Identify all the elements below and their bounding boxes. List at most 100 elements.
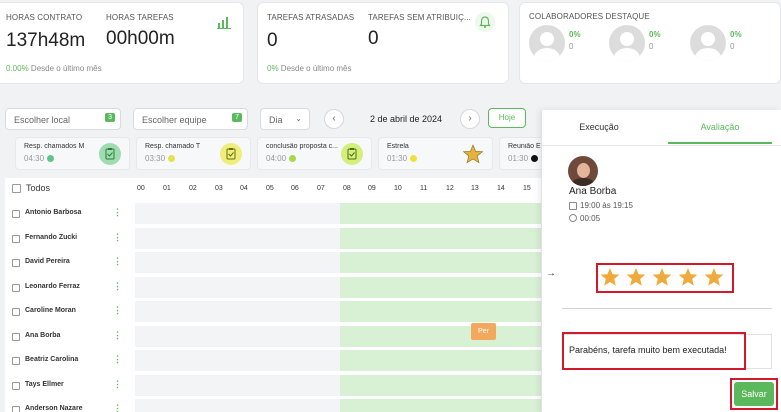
working-hours-band[interactable]: [340, 325, 545, 347]
table-row: Ana Borba ⋮: [5, 325, 545, 349]
schedule-text: 19:00 às 19:15: [580, 201, 633, 210]
hour-label: 09: [368, 185, 376, 192]
kpi-foot-2-text: Desde o último mês: [280, 64, 352, 73]
tarefas-atrasadas-value: 0: [267, 30, 278, 51]
task-color-dot: [47, 155, 54, 162]
empty-slots[interactable]: [135, 350, 340, 371]
working-hours-band[interactable]: [340, 301, 545, 322]
row-checkbox[interactable]: [12, 283, 20, 292]
kpi-foot-2-pct: 0%: [267, 64, 279, 73]
rating-highlight: [596, 263, 734, 293]
task-time: 04:00: [266, 154, 287, 163]
empty-slots[interactable]: [135, 399, 340, 412]
collaborator-pct: 0%: [569, 30, 581, 39]
empty-slots[interactable]: [135, 374, 340, 396]
row-checkbox[interactable]: [12, 210, 20, 218]
collaborator-num: 0: [569, 42, 574, 51]
empty-slots[interactable]: [135, 325, 340, 347]
equipe-select[interactable]: Escolher equipe 7: [133, 108, 248, 130]
more-options-icon[interactable]: ⋮: [113, 379, 122, 390]
save-highlight: [730, 378, 778, 410]
hour-label: 12: [446, 185, 454, 192]
collaborator-avatar: [609, 25, 645, 61]
tab-avaliacao[interactable]: Avaliação: [668, 110, 772, 144]
more-options-icon[interactable]: ⋮: [113, 354, 122, 365]
table-row: Antonio Barbosa ⋮: [5, 202, 545, 226]
empty-slots[interactable]: [135, 276, 340, 298]
more-options-icon[interactable]: ⋮: [113, 207, 122, 218]
collaborator-pct: 0%: [649, 30, 661, 39]
person-name: Anderson Nazare: [25, 405, 83, 412]
table-row: Leonardo Ferraz ⋮: [5, 276, 545, 300]
more-options-icon[interactable]: ⋮: [113, 281, 122, 292]
grid-header-row: Todos 00 01 02 03 04 05 06 07 08 09 10 11 12 13 14 15: [5, 178, 545, 202]
empty-slots[interactable]: [135, 203, 340, 224]
row-checkbox[interactable]: [12, 259, 20, 267]
comment-highlight: [562, 332, 746, 370]
task-name: Resp. chamados M: [24, 143, 85, 150]
task-color-dot: [531, 155, 538, 162]
next-day-button[interactable]: ›: [460, 109, 480, 129]
more-options-icon[interactable]: ⋮: [113, 256, 122, 267]
tabs-divider: [542, 145, 781, 146]
select-all-checkbox[interactable]: [12, 184, 21, 193]
table-row: Beatriz Carolina ⋮: [5, 349, 545, 373]
local-select[interactable]: Escolher local 3: [5, 108, 121, 130]
kpi-card-hours: HORAS CONTRATO 137h48m HORAS TAREFAS 00h…: [0, 2, 244, 84]
equipe-select-label: Escolher equipe: [142, 115, 207, 125]
kpi-card-collaborators: COLABORADORES DESTAQUE 0% 0 0% 0 0% 0: [519, 2, 781, 84]
task-card[interactable]: Resp. chamado T 03:30: [136, 137, 251, 170]
working-hours-band[interactable]: [340, 276, 545, 298]
collaborator-avatar: [690, 25, 726, 61]
working-hours-band[interactable]: [340, 203, 545, 224]
task-card[interactable]: conclusão proposta c... 04:00: [257, 137, 372, 170]
person-name: Beatriz Carolina: [25, 356, 79, 363]
row-checkbox[interactable]: [12, 234, 20, 243]
more-options-icon[interactable]: ⋮: [113, 330, 122, 341]
person-name: Leonardo Ferraz: [25, 282, 80, 290]
hour-label: 11: [420, 185, 428, 192]
person-name: David Pereira: [25, 258, 70, 265]
row-checkbox[interactable]: [12, 332, 20, 341]
horas-contrato-value: 137h48m: [6, 30, 86, 51]
working-hours-band[interactable]: [340, 374, 545, 396]
collapse-panel-icon[interactable]: →: [546, 268, 556, 279]
prev-day-button[interactable]: ‹: [324, 109, 344, 129]
period-select[interactable]: Dia ⌄: [260, 108, 310, 130]
user-name: Ana Borba: [569, 186, 617, 197]
row-checkbox[interactable]: [12, 357, 20, 365]
calendar-event[interactable]: Per: [471, 323, 496, 340]
task-time: 03:30: [145, 154, 166, 163]
collaborator-avatar: [529, 25, 565, 61]
kpi-foot-1-pct: 0.00%: [6, 64, 29, 73]
select-all-label: Todos: [26, 183, 51, 193]
tab-execucao[interactable]: Execução: [542, 110, 656, 144]
hour-label: 00: [137, 185, 145, 192]
row-checkbox[interactable]: [12, 381, 20, 390]
working-hours-band[interactable]: [340, 399, 545, 412]
empty-slots[interactable]: [135, 227, 340, 249]
task-card[interactable]: Resp. chamados M 04:30: [15, 137, 130, 170]
hour-label: 14: [497, 185, 505, 192]
task-time: 01:30: [508, 154, 529, 163]
kpi-foot-1: 0.00% Desde o último mês: [6, 64, 102, 73]
chevron-down-icon: ⌄: [295, 114, 302, 123]
more-options-icon[interactable]: ⋮: [113, 305, 122, 316]
table-row: Anderson Nazare ⋮: [5, 398, 545, 412]
schedule-grid: Todos 00 01 02 03 04 05 06 07 08 09 10 11 12 13 14 15 A…: [5, 178, 545, 412]
clipboard-icon: [220, 143, 242, 165]
working-hours-band[interactable]: [340, 227, 545, 249]
working-hours-band[interactable]: [340, 252, 545, 273]
today-button[interactable]: Hoje: [488, 108, 526, 128]
user-photo-body: [571, 178, 595, 186]
row-checkbox[interactable]: [12, 308, 20, 316]
more-options-icon[interactable]: ⋮: [113, 403, 122, 412]
more-options-icon[interactable]: ⋮: [113, 232, 122, 243]
table-row: Fernando Zucki ⋮: [5, 227, 545, 251]
working-hours-band[interactable]: [340, 350, 545, 371]
task-card[interactable]: Estrela 01:30: [378, 137, 493, 170]
empty-slots[interactable]: [135, 301, 340, 322]
row-checkbox[interactable]: [12, 406, 20, 412]
hour-label: 15: [523, 185, 531, 192]
empty-slots[interactable]: [135, 252, 340, 273]
